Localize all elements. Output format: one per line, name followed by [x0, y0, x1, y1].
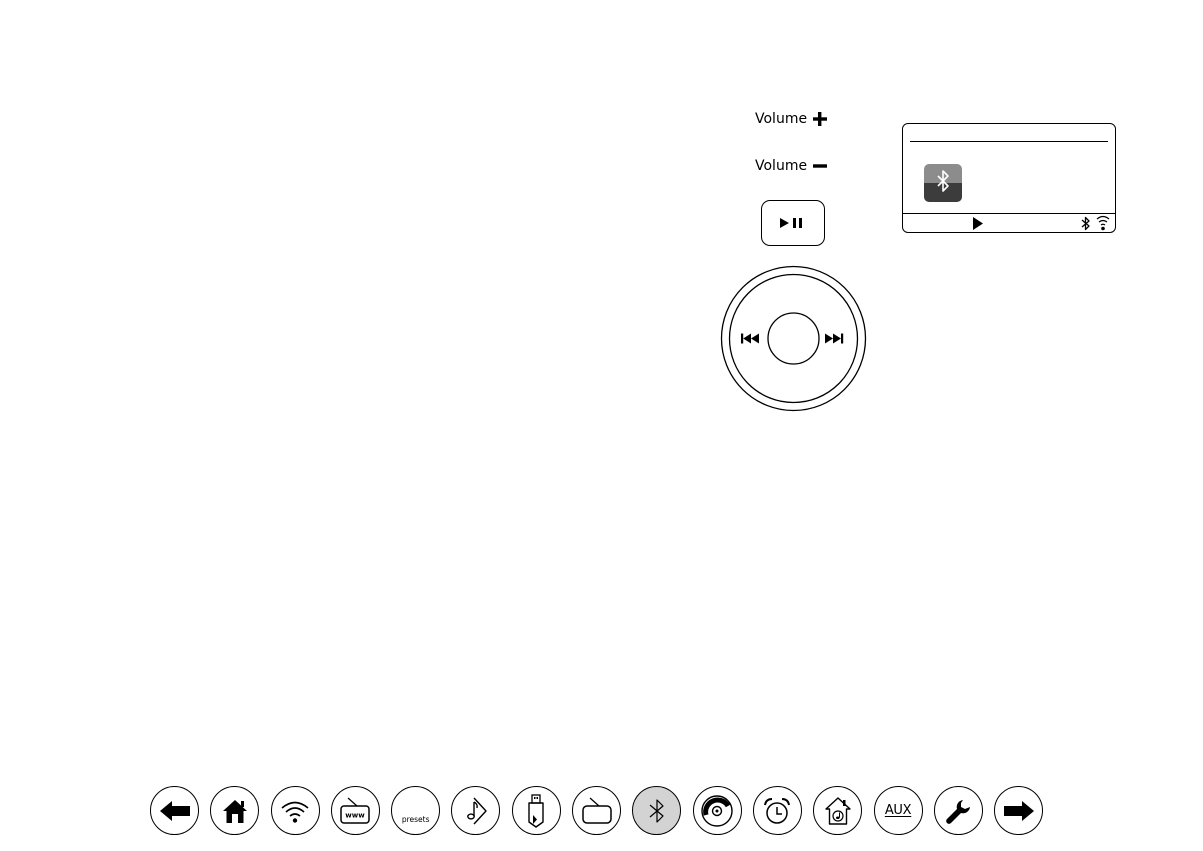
presets-label: presets: [401, 815, 430, 824]
back-arrow-icon: [159, 800, 190, 821]
volume-up-label: Volume: [755, 111, 808, 127]
minus-icon: [813, 164, 828, 168]
wifi-icon: [281, 801, 309, 823]
internet-radio-icon: www: [340, 797, 371, 824]
bluetooth-icon: [649, 798, 664, 823]
wrench-icon: [946, 799, 971, 824]
nav-presets-button[interactable]: presets: [391, 786, 441, 835]
nav-upnp-button[interactable]: [813, 786, 863, 835]
wifi-status-icon: [1096, 215, 1110, 231]
navigation-bar: www presets AUX: [150, 786, 1044, 836]
nav-internet-radio-button[interactable]: www: [330, 786, 380, 835]
usb-icon: [528, 793, 544, 828]
home-icon: [222, 799, 247, 823]
forward-arrow-icon: [1003, 800, 1034, 821]
display-bottom-divider: [903, 213, 1115, 214]
upnp-home-icon: [825, 796, 851, 825]
nav-home-button[interactable]: [210, 786, 260, 835]
control-wheel[interactable]: [720, 265, 867, 412]
alarm-clock-icon: [764, 797, 791, 824]
radio-icon: [581, 797, 612, 824]
www-text: www: [346, 811, 366, 819]
play-status-icon: [973, 217, 983, 230]
plus-icon: [813, 112, 828, 126]
bluetooth-tile-icon: [924, 164, 962, 202]
display-top-divider: [910, 141, 1108, 142]
nav-alarm-button[interactable]: [752, 786, 802, 835]
nav-forward-button[interactable]: [994, 786, 1044, 835]
nav-music-player-button[interactable]: [451, 786, 501, 835]
select-button[interactable]: [767, 312, 820, 365]
music-player-icon: [467, 797, 487, 824]
aux-label: AUX: [884, 803, 912, 818]
play-pause-button[interactable]: [761, 200, 825, 246]
bluetooth-status-icon: [1081, 216, 1090, 231]
nav-usb-button[interactable]: [511, 786, 561, 835]
nav-settings-button[interactable]: [933, 786, 983, 835]
cd-icon: [701, 794, 733, 827]
nav-radio-button[interactable]: [572, 786, 622, 835]
nav-back-button[interactable]: [150, 786, 199, 835]
nav-bluetooth-button[interactable]: [632, 786, 682, 835]
volume-down-button[interactable]: Volume: [755, 158, 828, 174]
nav-aux-button[interactable]: AUX: [873, 786, 923, 835]
volume-down-label: Volume: [755, 158, 808, 174]
nav-cd-button[interactable]: [692, 786, 742, 835]
volume-up-button[interactable]: Volume: [755, 111, 828, 127]
device-display: [902, 123, 1116, 233]
play-pause-icon: [780, 218, 802, 228]
nav-wifi-button[interactable]: [270, 786, 320, 835]
